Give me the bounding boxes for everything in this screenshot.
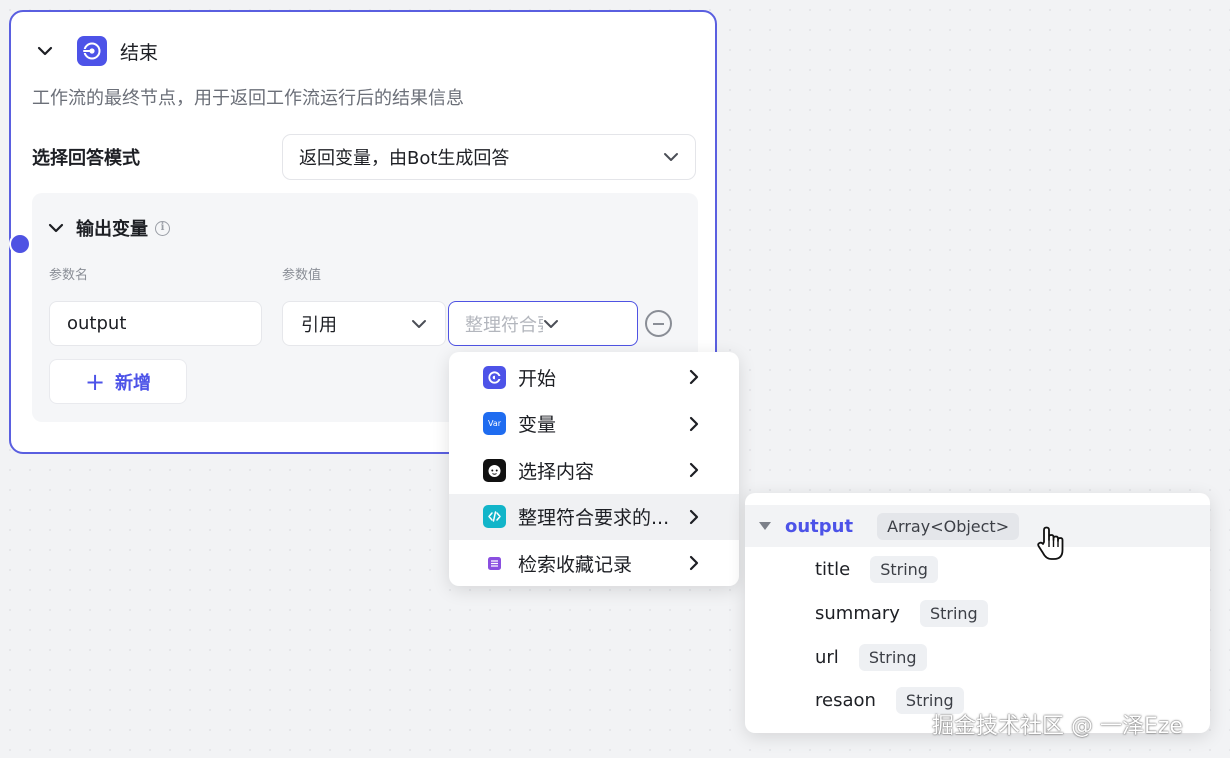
- param-value-select[interactable]: 整理符合要求的: [448, 301, 638, 346]
- submenu-field-title[interactable]: title String: [815, 548, 938, 590]
- param-name-input[interactable]: output: [49, 301, 262, 346]
- param-value-column-label: 参数值: [282, 268, 322, 283]
- menu-item-label: 整理符合要求的...: [518, 507, 670, 530]
- input-port[interactable]: [9, 233, 31, 255]
- code-icon: [483, 505, 506, 529]
- menu-item-label: 变量: [518, 414, 557, 437]
- node-description: 工作流的最终节点，用于返回工作流运行后的结果信息: [32, 88, 464, 109]
- expand-triangle-icon[interactable]: [759, 522, 771, 530]
- answer-mode-value: 返回变量，由Bot生成回答: [299, 148, 510, 169]
- reference-dropdown-menu: 开始 Var 变量 选择内容 整理符合要求的... 检索收藏记录: [449, 352, 739, 586]
- answer-mode-select[interactable]: 返回变量，由Bot生成回答: [282, 134, 696, 180]
- type-badge: String: [919, 599, 988, 627]
- answer-mode-label: 选择回答模式: [32, 148, 140, 169]
- collapse-chevron-icon[interactable]: [48, 220, 64, 236]
- chevron-right-icon: [687, 462, 701, 478]
- root-var-name: output: [785, 515, 854, 537]
- menu-item-select-content[interactable]: 选择内容: [449, 447, 739, 494]
- type-badge: Array<Object>: [877, 512, 1020, 540]
- remove-param-button[interactable]: [645, 310, 672, 337]
- end-node-icon: [77, 36, 107, 66]
- add-param-button[interactable]: + 新增: [49, 359, 187, 404]
- param-name-column-label: 参数名: [49, 268, 89, 283]
- watermark: 掘金技术社区 @ 一泽Eze: [932, 714, 1183, 739]
- add-param-label: 新增: [115, 372, 152, 394]
- chevron-right-icon: [687, 369, 701, 385]
- field-name: resaon: [815, 689, 876, 711]
- ref-type-select[interactable]: 引用: [282, 301, 446, 346]
- output-panel-title: 输出变量: [76, 219, 148, 240]
- start-icon: [483, 365, 506, 389]
- field-name: url: [815, 646, 839, 668]
- menu-item-start[interactable]: 开始: [449, 354, 739, 401]
- hand-cursor-icon: [1035, 524, 1071, 564]
- field-name: summary: [815, 602, 900, 624]
- submenu-root-output[interactable]: output Array<Object>: [745, 505, 1210, 547]
- face-icon: [483, 458, 506, 482]
- variable-submenu: output Array<Object> title String summar…: [745, 493, 1210, 733]
- plus-icon: +: [84, 367, 106, 396]
- info-icon[interactable]: i: [155, 220, 170, 236]
- chevron-right-icon: [687, 555, 701, 571]
- submenu-field-url[interactable]: url String: [815, 636, 927, 678]
- output-panel-header[interactable]: 输出变量 i: [48, 215, 170, 241]
- chevron-right-icon: [687, 416, 701, 432]
- chevron-down-icon: [411, 316, 427, 332]
- menu-item-label: 开始: [518, 367, 557, 390]
- type-badge: String: [870, 555, 938, 583]
- node-header: 结束: [37, 36, 158, 66]
- collapse-chevron-icon[interactable]: [37, 43, 53, 59]
- node-title: 结束: [120, 41, 159, 64]
- ref-type-value: 引用: [301, 314, 337, 336]
- list-icon: [483, 551, 506, 575]
- chevron-right-icon: [687, 509, 701, 525]
- menu-item-organize[interactable]: 整理符合要求的...: [449, 493, 739, 540]
- param-value-placeholder: 整理符合要求的: [465, 314, 543, 336]
- menu-item-search-favorites[interactable]: 检索收藏记录: [449, 540, 739, 587]
- type-badge: String: [858, 643, 927, 671]
- field-name: title: [815, 558, 851, 580]
- menu-item-label: 检索收藏记录: [518, 553, 633, 576]
- var-icon: Var: [483, 412, 506, 436]
- menu-item-label: 选择内容: [518, 460, 595, 483]
- menu-item-variable[interactable]: Var 变量: [449, 401, 739, 448]
- chevron-down-icon: [663, 149, 679, 165]
- chevron-down-icon: [543, 316, 621, 332]
- submenu-field-summary[interactable]: summary String: [815, 592, 988, 634]
